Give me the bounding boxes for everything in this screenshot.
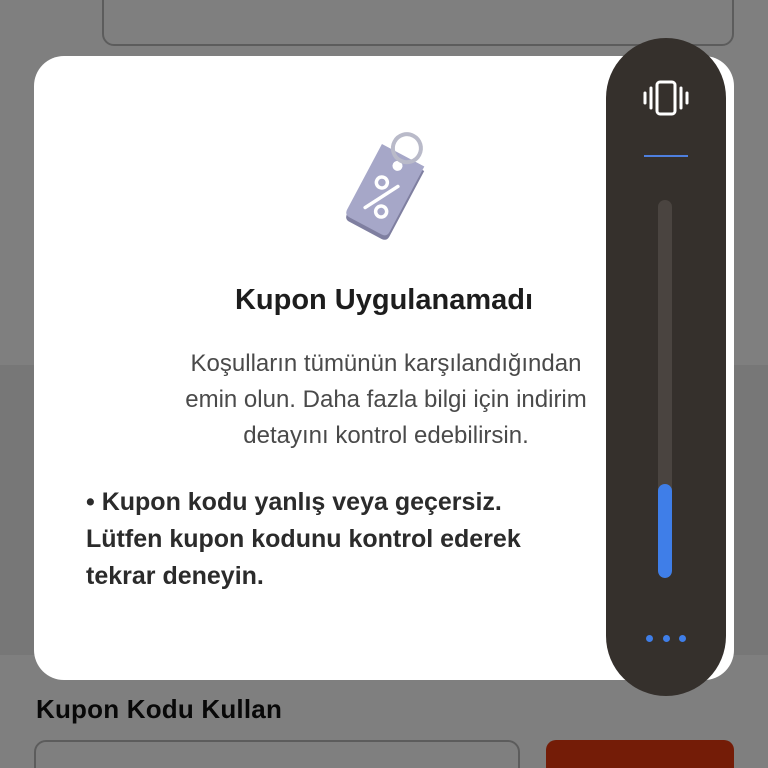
discount-tag-icon [346,132,425,240]
description-line: emin olun. Daha fazla bilgi için indirim [185,386,587,413]
dot [646,634,653,642]
volume-level-fill [658,483,672,578]
ringer-mode-indicator [644,155,688,157]
description-line: detayını kontrol edebilirsin. [243,422,529,449]
vibrate-icon[interactable] [641,78,691,118]
dialog-description: Koşulların tümünün karşılandığından emin… [106,346,666,454]
volume-panel [606,38,726,696]
dot [662,634,670,642]
description-line: Koşulların tümünün karşılandığından [190,350,582,377]
dot [679,634,686,642]
volume-slider[interactable] [658,200,672,578]
more-options-icon[interactable] [646,628,686,648]
